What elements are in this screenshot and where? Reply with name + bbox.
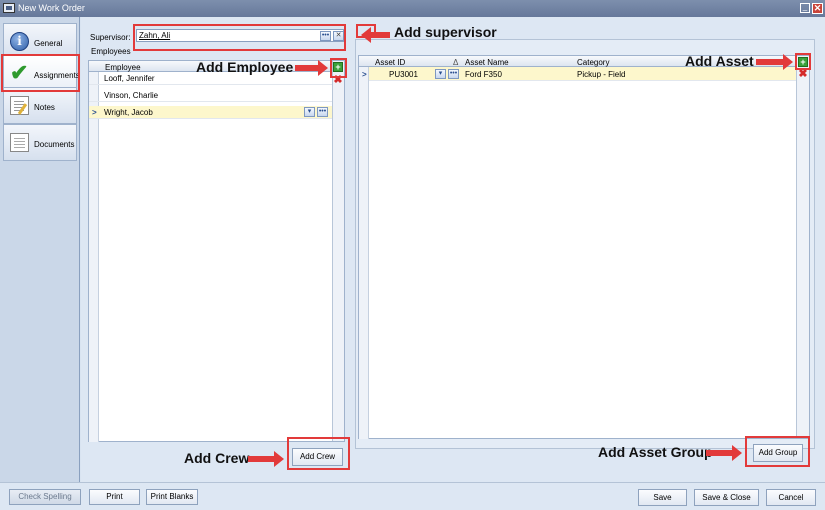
supervisor-clear-button[interactable]: ✕ [333,31,344,41]
asset-name-column-header[interactable]: Asset Name [465,58,509,67]
arrow-icon [248,451,284,467]
sidebar-item-label: Assignments [34,71,80,80]
sort-ascending-icon: Δ [453,58,459,67]
add-asset-button[interactable]: + [798,57,808,67]
checkmark-icon: ✔ [10,60,29,85]
asset-id-value: PU3001 [389,70,418,79]
table-row[interactable]: Vinson, Charlie [89,89,332,102]
arrow-icon [706,445,742,461]
add-employee-button[interactable]: + [333,62,343,72]
close-button[interactable]: ✕ [812,3,823,14]
documents-icon [10,133,29,152]
asset-id-column-header[interactable]: Asset ID [375,58,405,67]
print-blanks-button[interactable]: Print Blanks [146,489,198,505]
assets-scrollbar[interactable] [796,56,809,438]
info-icon: i [10,32,29,51]
title-bar: New Work Order _ ✕ [0,0,825,17]
remove-asset-button[interactable]: ✖ [798,69,808,80]
arrow-icon [756,54,793,70]
row-selector-column [89,72,99,442]
add-crew-button[interactable]: Add Crew [292,448,343,466]
save-button[interactable]: Save [638,489,687,506]
current-row-marker: > [362,70,367,79]
notes-icon [10,96,29,115]
sidebar-item-documents[interactable]: Documents [3,124,77,161]
annotation-add-supervisor: Add supervisor [394,24,497,40]
cancel-button[interactable]: Cancel [766,489,816,506]
supervisor-lookup-button[interactable]: ••• [320,31,331,41]
category-column-header[interactable]: Category [577,58,609,67]
arrow-icon [361,27,390,43]
print-button[interactable]: Print [89,489,140,505]
annotation-add-crew: Add Crew [184,450,250,466]
app-icon [3,3,15,13]
employee-lookup-button[interactable]: ••• [317,107,328,117]
window-title: New Work Order [18,3,85,13]
employees-scrollbar[interactable] [332,61,344,441]
check-spelling-button[interactable]: Check Spelling [9,489,81,505]
table-row[interactable]: > Wright, Jacob ▾ ••• [89,106,332,119]
employees-grid: Employee Looff, Jennifer Vinson, Charlie… [88,60,345,442]
asset-dropdown-button[interactable]: ▾ [435,69,446,79]
employee-column-header[interactable]: Employee [105,63,141,72]
asset-lookup-button[interactable]: ••• [448,69,459,79]
asset-category-value: Pickup - Field [577,70,626,79]
supervisor-field[interactable]: Zahn, Ali ••• ✕ [136,29,344,42]
annotation-add-employee: Add Employee [196,59,294,75]
annotation-add-asset: Add Asset [685,53,754,69]
current-row-marker: > [92,108,97,117]
employee-name: Looff, Jennifer [104,74,155,83]
minimize-button[interactable]: _ [800,3,810,13]
save-and-close-button[interactable]: Save & Close [694,489,759,506]
employee-name: Wright, Jacob [104,108,153,117]
add-group-button[interactable]: Add Group [753,444,803,462]
arrow-icon [295,60,328,76]
row-selector-column [359,67,369,439]
sidebar-item-label: Notes [34,103,55,112]
employee-name: Vinson, Charlie [104,91,159,100]
supervisor-value: Zahn, Ali [139,31,171,40]
annotation-add-asset-group: Add Asset Group [598,444,713,460]
sidebar-item-label: General [34,39,63,48]
table-row[interactable]: PU3001 ▾ ••• Ford F350 Pickup - Field [369,67,796,81]
employees-caption: Employees [91,47,131,56]
asset-name-value: Ford F350 [465,70,502,79]
remove-employee-button[interactable]: ✖ [333,75,343,86]
sidebar-item-notes[interactable]: Notes [3,87,77,124]
sidebar: i General ✔ Assignments Notes Documents [0,17,80,482]
assets-grid: Asset ID Δ Asset Name Category PU3001 ▾ … [358,55,810,439]
supervisor-label: Supervisor: [90,33,131,42]
sidebar-item-label: Documents [34,140,75,149]
employee-dropdown-button[interactable]: ▾ [304,107,315,117]
